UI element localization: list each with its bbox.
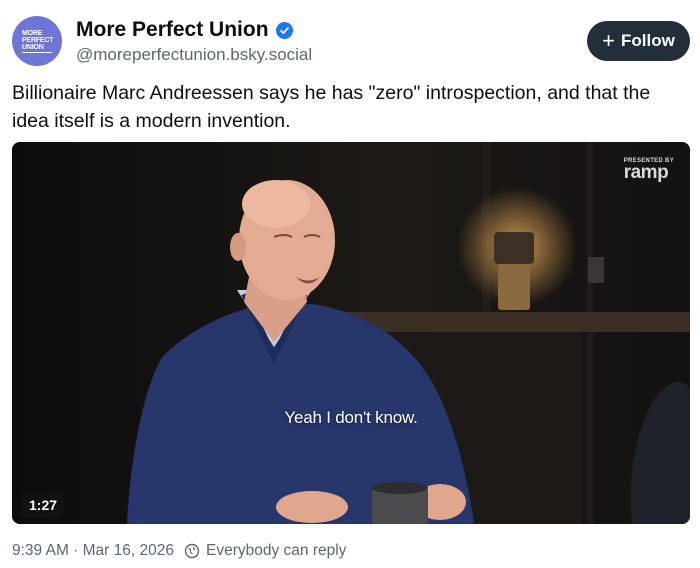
post-header: MORE PERFECT UNION More Perfect Union @m… xyxy=(12,14,690,70)
handle[interactable]: @moreperfectunion.bsky.social xyxy=(76,45,312,65)
sponsor-name: ramp xyxy=(623,162,669,183)
post-footer: 9:39 AM · Mar 16, 2026 Everybody can rep… xyxy=(12,542,346,560)
plus-icon: + xyxy=(602,28,616,53)
video-caption: Yeah I don't know. xyxy=(284,408,418,427)
post-text: Billionaire Marc Andreessen says he has … xyxy=(12,82,651,132)
verified-badge-icon xyxy=(275,21,293,39)
avatar-text-1: MORE xyxy=(22,29,43,37)
video-frame xyxy=(12,142,690,524)
reply-setting[interactable]: Everybody can reply xyxy=(206,542,346,560)
follow-label: Follow xyxy=(621,31,675,50)
avatar[interactable]: MORE PERFECT UNION xyxy=(12,16,62,66)
globe-icon xyxy=(184,543,200,559)
name-row: More Perfect Union xyxy=(76,18,293,42)
display-name[interactable]: More Perfect Union xyxy=(76,18,269,42)
avatar-text-3: UNION xyxy=(22,43,44,51)
sponsor-brand: PRESENTED BY ramp xyxy=(624,158,674,182)
avatar-text-2: PERFECT xyxy=(22,36,54,44)
follow-button[interactable]: + Follow xyxy=(587,21,690,61)
post-timestamp[interactable]: 9:39 AM · Mar 16, 2026 xyxy=(12,542,174,560)
video-duration: 1:27 xyxy=(22,493,65,517)
video-player[interactable]: PRESENTED BY ramp Yeah I don't know. 1:2… xyxy=(12,142,690,524)
avatar-underline xyxy=(22,51,52,53)
